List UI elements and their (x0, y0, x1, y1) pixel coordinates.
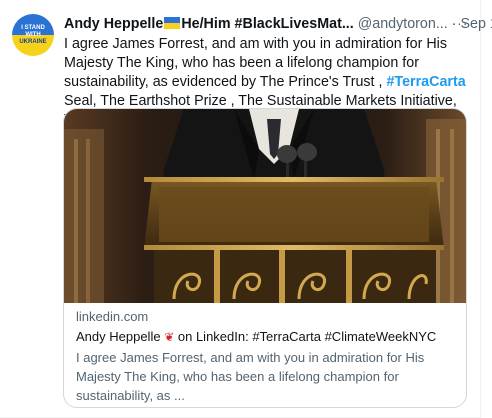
author-name-suffix[interactable]: He/Him #BlackLivesMat... (181, 16, 353, 32)
tweet-header: Andy Heppelle He/Him #BlackLivesMat... @a… (64, 14, 492, 34)
author-name[interactable]: Andy Heppelle (64, 16, 163, 32)
card-image[interactable] (64, 109, 466, 303)
svg-text:I STAND: I STAND (21, 25, 45, 31)
card-title-name: Andy Heppelle (76, 329, 161, 344)
hashtag-link[interactable]: #TerraCarta (386, 74, 465, 90)
more-icon[interactable]: ··· (449, 13, 471, 35)
author-handle[interactable]: @andytoron... (358, 16, 448, 32)
card-body: linkedin.com Andy Heppelle ❦ on LinkedIn… (76, 306, 458, 405)
avatar[interactable]: I STAND WITH UKRAINE (12, 14, 54, 56)
tweet-container[interactable]: I STAND WITH UKRAINE Andy Heppelle He/Him… (0, 0, 492, 418)
card-domain: linkedin.com (76, 309, 149, 324)
card-title-rest: on LinkedIn: #TerraCarta #ClimateWeekNYC (177, 329, 437, 344)
card-title: Andy Heppelle ❦ on LinkedIn: #TerraCarta… (76, 327, 458, 347)
svg-text:UKRAINE: UKRAINE (19, 39, 46, 45)
maple-leaf-icon: ❦ (164, 330, 175, 344)
ukraine-flag-icon (164, 17, 181, 29)
card-description: I agree James Forrest, and am with you i… (76, 350, 425, 403)
svg-text:WITH: WITH (25, 32, 40, 38)
link-preview-card[interactable]: linkedin.com Andy Heppelle ❦ on LinkedIn… (63, 108, 467, 408)
